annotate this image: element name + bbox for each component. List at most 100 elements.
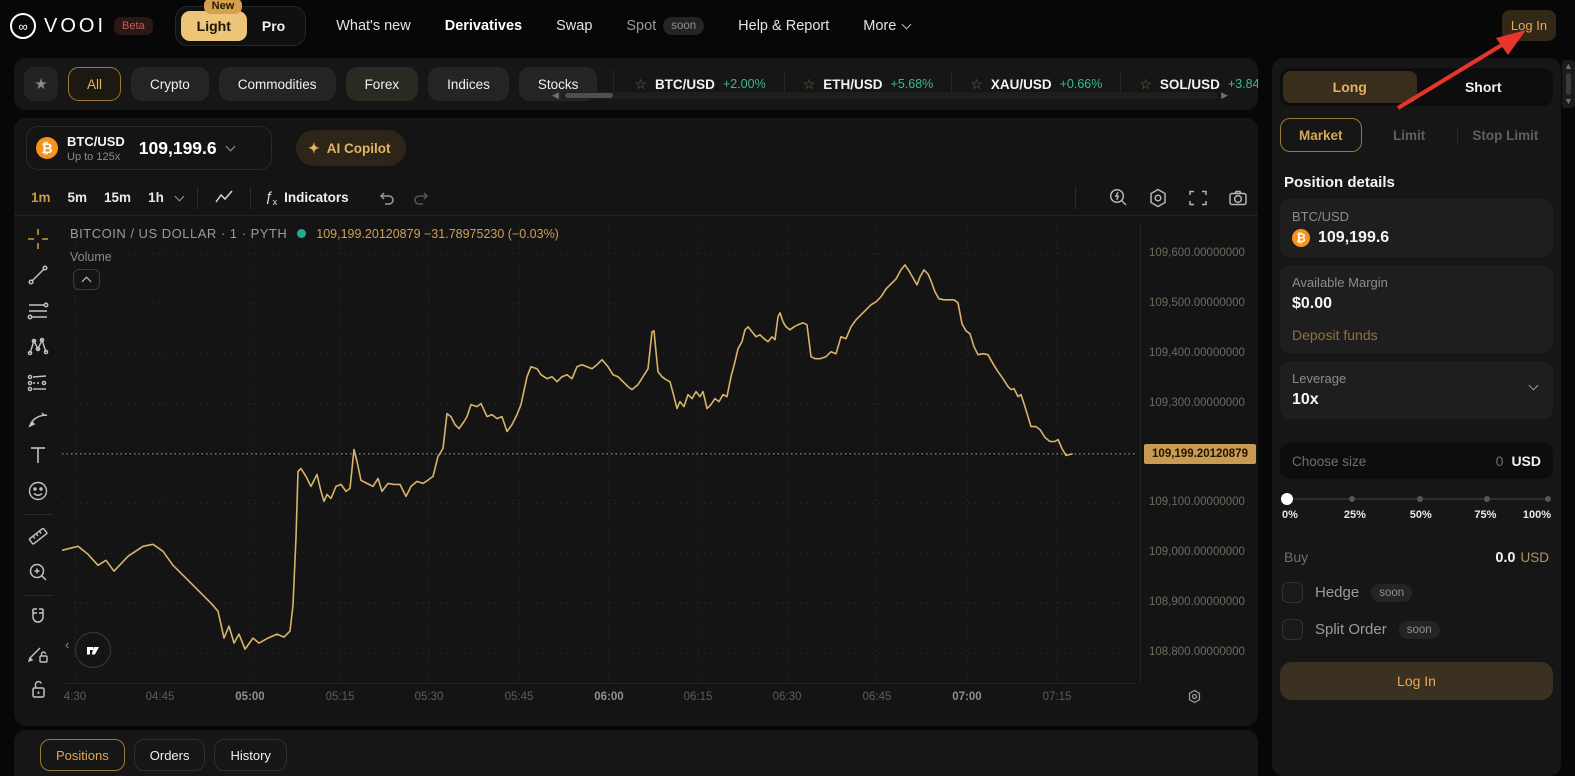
fullscreen-icon[interactable] xyxy=(1186,186,1210,210)
time-axis-label: 06:30 xyxy=(765,691,809,703)
prediction-tool-icon[interactable] xyxy=(21,366,55,400)
slider-dot-100[interactable] xyxy=(1545,496,1551,502)
scroll-right-icon[interactable]: ▶ xyxy=(1221,91,1228,100)
slider-thumb[interactable] xyxy=(1281,493,1293,505)
nav-more[interactable]: More xyxy=(863,18,910,34)
volume-expand-button[interactable] xyxy=(73,269,100,290)
chart-style-icon[interactable] xyxy=(212,186,236,210)
zoom-in-icon[interactable] xyxy=(21,555,55,589)
undo-icon[interactable] xyxy=(375,187,397,209)
chevron-up-icon xyxy=(82,276,92,286)
scroll-left-icon[interactable]: ◀ xyxy=(552,91,559,100)
quick-search-icon[interactable] xyxy=(1106,186,1130,210)
unlock-icon[interactable] xyxy=(21,672,55,706)
category-tab-forex[interactable]: Forex xyxy=(346,67,419,101)
hedge-checkbox[interactable] xyxy=(1282,582,1303,603)
tab-positions[interactable]: Positions xyxy=(40,739,125,771)
nav-spot[interactable]: Spot soon xyxy=(626,17,704,35)
order-type-stop-limit[interactable]: Stop Limit xyxy=(1458,128,1553,143)
trade-panel: Long Short Market Limit Stop Limit Posit… xyxy=(1272,58,1561,776)
ai-copilot-button[interactable]: ✦ AI Copilot xyxy=(296,130,406,166)
deposit-funds-link[interactable]: Deposit funds xyxy=(1292,327,1541,343)
nav-derivatives[interactable]: Derivatives xyxy=(445,18,522,34)
timeframe-more-icon[interactable] xyxy=(174,191,184,201)
star-icon: ★ xyxy=(34,75,47,93)
ticker-vertical-scrollbar[interactable]: ▲ ▼ xyxy=(1562,60,1575,108)
long-tab[interactable]: Long xyxy=(1283,71,1417,103)
ruler-icon[interactable] xyxy=(21,519,55,553)
favorites-star-button[interactable]: ★ xyxy=(24,67,58,101)
split-order-checkbox[interactable] xyxy=(1282,619,1303,640)
size-unit: USD xyxy=(1511,453,1541,469)
category-tab-indices[interactable]: Indices xyxy=(428,67,509,101)
size-placeholder: Choose size xyxy=(1292,454,1496,469)
mode-pro-button[interactable]: Pro xyxy=(247,11,300,41)
tradingview-logo[interactable] xyxy=(75,632,111,668)
order-type-market[interactable]: Market xyxy=(1280,118,1362,152)
price-axis-label: 108,800.00000000 xyxy=(1149,646,1245,658)
timeframe-1m[interactable]: 1m xyxy=(31,190,51,205)
login-button-trade[interactable]: Log In xyxy=(1280,662,1553,700)
chevron-down-icon xyxy=(902,20,912,30)
slider-dot-25[interactable] xyxy=(1349,496,1355,502)
timeframe-1h[interactable]: 1h xyxy=(148,190,164,205)
scroll-up-icon[interactable]: ▲ xyxy=(1564,62,1573,71)
symbol-leverage-note: Up to 125x xyxy=(67,151,125,163)
chart-plot-svg[interactable] xyxy=(62,223,1135,683)
size-slider[interactable] xyxy=(1282,493,1551,505)
time-axis-label: 05:00 xyxy=(228,691,272,703)
nav-whats-new[interactable]: What's new xyxy=(336,18,411,34)
drawing-lock-icon[interactable] xyxy=(21,636,55,670)
order-type-limit[interactable]: Limit xyxy=(1362,128,1457,143)
category-tab-all[interactable]: All xyxy=(68,67,121,101)
scrollbar-track[interactable] xyxy=(562,92,1218,99)
slider-dot-50[interactable] xyxy=(1417,496,1423,502)
category-tab-crypto[interactable]: Crypto xyxy=(131,67,209,101)
text-tool-icon[interactable] xyxy=(21,438,55,472)
emoji-tool-icon[interactable] xyxy=(21,474,55,508)
price-axis-label: 109,000.00000000 xyxy=(1149,546,1245,558)
new-badge: New xyxy=(204,0,243,14)
slider-dot-75[interactable] xyxy=(1484,496,1490,502)
axis-settings-gear-icon[interactable] xyxy=(1186,688,1203,705)
chart-settings-icon[interactable] xyxy=(1146,186,1170,210)
timeframe-15m[interactable]: 15m xyxy=(104,190,131,205)
vooi-logo[interactable]: ∞ VOOI Beta xyxy=(10,13,153,39)
nav-help-report[interactable]: Help & Report xyxy=(738,18,829,34)
leverage-card[interactable]: Leverage 10x xyxy=(1280,361,1553,419)
tab-orders[interactable]: Orders xyxy=(134,739,206,771)
time-axis[interactable]: 4:3004:4505:0005:1505:3005:4506:0006:150… xyxy=(62,683,1135,711)
category-tab-commodities[interactable]: Commodities xyxy=(219,67,336,101)
short-tab[interactable]: Short xyxy=(1417,71,1551,103)
scrollbar-thumb[interactable] xyxy=(565,93,613,98)
screenshot-camera-icon[interactable] xyxy=(1226,186,1250,210)
time-axis-label: 06:15 xyxy=(676,691,720,703)
login-button-top[interactable]: Log In xyxy=(1502,10,1556,41)
trend-line-icon[interactable] xyxy=(21,258,55,292)
symbol-selector[interactable]: ₿ BTC/USD Up to 125x 109,199.6 xyxy=(26,126,272,170)
brush-tool-icon[interactable] xyxy=(21,402,55,436)
time-axis-label: 05:45 xyxy=(497,691,541,703)
divider xyxy=(1075,187,1076,209)
redo-icon[interactable] xyxy=(411,187,433,209)
indicators-button[interactable]: ƒx Indicators xyxy=(265,188,349,207)
crosshair-icon[interactable] xyxy=(21,222,55,256)
leverage-value: 10x xyxy=(1292,391,1541,409)
scrollbar-thumb[interactable] xyxy=(1566,73,1571,95)
timeframe-5m[interactable]: 5m xyxy=(68,190,88,205)
nav-swap[interactable]: Swap xyxy=(556,18,592,34)
tab-history[interactable]: History xyxy=(214,739,286,771)
magnet-icon[interactable] xyxy=(21,600,55,634)
mode-light-button[interactable]: Light xyxy=(181,11,247,41)
xabcd-pattern-icon[interactable] xyxy=(21,330,55,364)
scroll-down-icon[interactable]: ▼ xyxy=(1564,97,1573,106)
price-axis[interactable]: 109,600.00000000109,500.00000000109,400.… xyxy=(1140,223,1258,683)
ticker-horizontal-scrollbar[interactable]: ◀ ▶ xyxy=(552,88,1228,102)
collapse-rail-icon[interactable]: ‹ xyxy=(65,637,69,652)
size-input[interactable]: Choose size 0 USD xyxy=(1280,443,1553,479)
price-chart[interactable]: BITCOIN / US DOLLAR · 1 · PYTH 109,199.2… xyxy=(62,223,1135,683)
position-details-title: Position details xyxy=(1284,174,1553,191)
time-axis-label: 07:15 xyxy=(1035,691,1079,703)
fib-retracement-icon[interactable] xyxy=(21,294,55,328)
time-axis-label: 04:45 xyxy=(138,691,182,703)
